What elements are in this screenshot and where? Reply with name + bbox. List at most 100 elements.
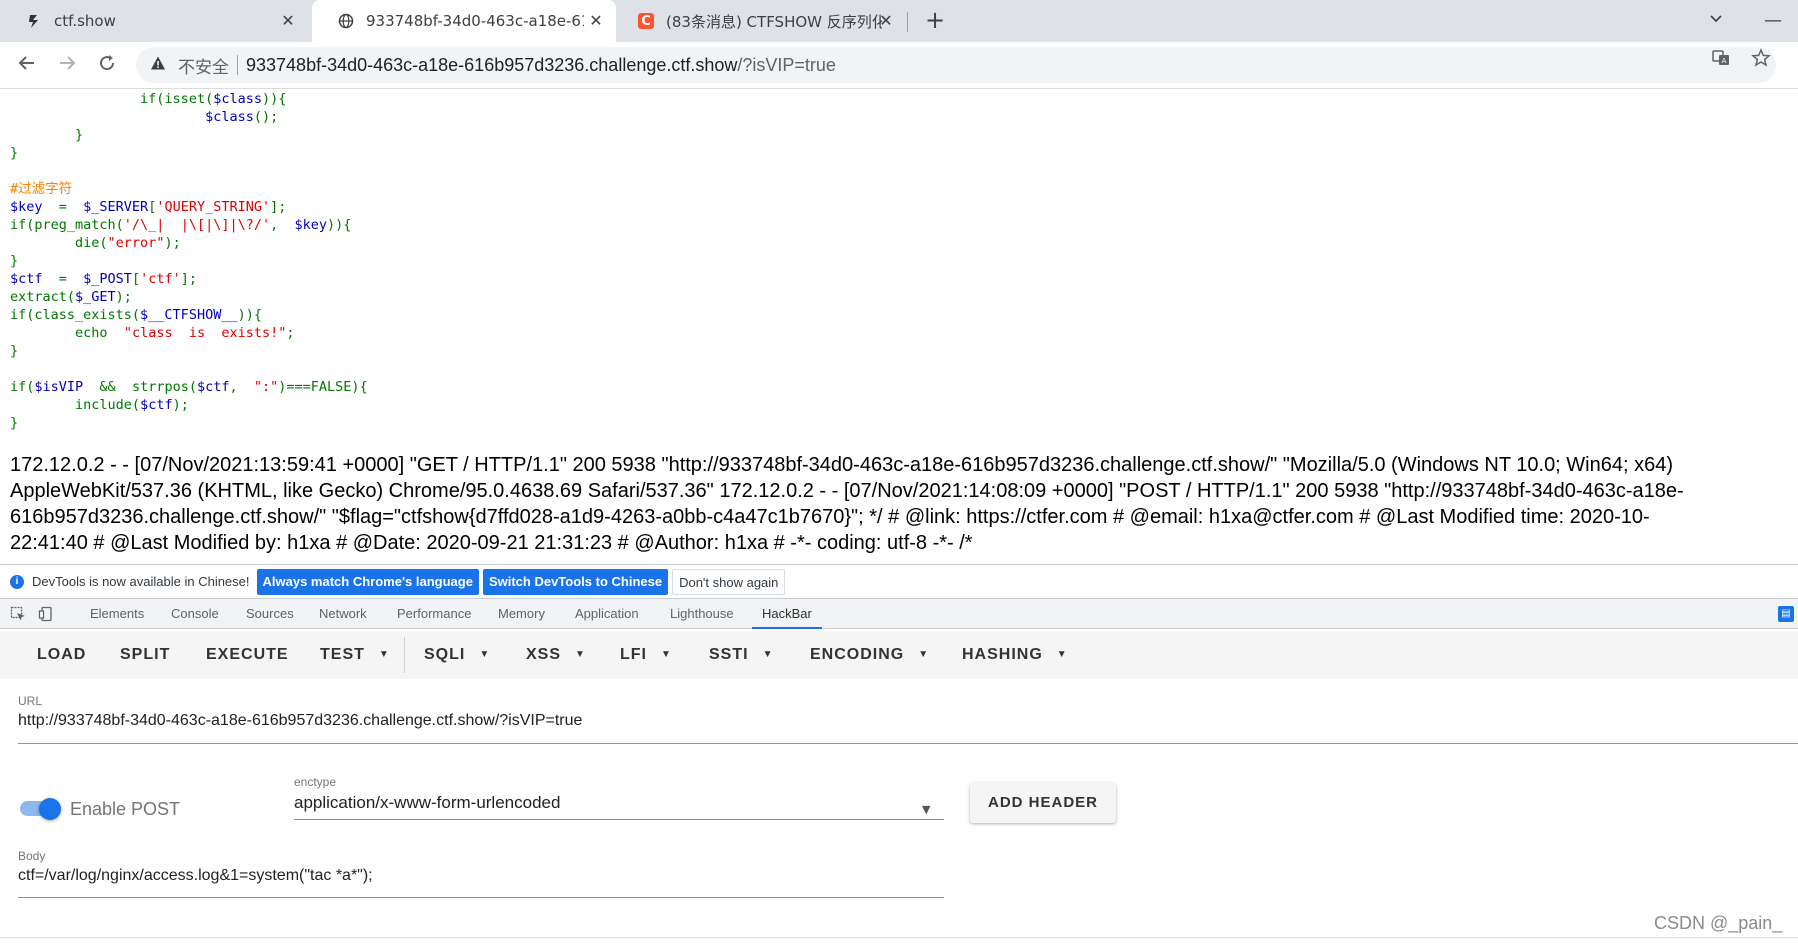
toggle-knob[interactable]: [39, 798, 61, 820]
caret-down-icon: ▼: [918, 649, 930, 660]
ssti-label: SSTI: [709, 646, 749, 664]
body-field-underline: [18, 897, 944, 898]
enable-post-label: Enable POST: [70, 799, 181, 819]
always-match-language-button[interactable]: Always match Chrome's language: [256, 568, 479, 595]
tab-title: (83条消息) CTFSHOW 反序列化: [666, 12, 882, 31]
csdn-watermark: CSDN @_pain_: [1654, 913, 1783, 933]
select-caret-down-icon[interactable]: ▼: [922, 803, 930, 816]
enctype-underline: [294, 819, 944, 820]
tab-hackbar[interactable]: HackBar: [752, 599, 822, 629]
add-header-button[interactable]: ADD HEADER: [970, 783, 1116, 823]
split-button[interactable]: SPLIT: [120, 631, 170, 679]
devtools-panel: i DevTools is now available in Chinese! …: [0, 564, 1798, 943]
infobar-message: DevTools is now available in Chinese!: [32, 574, 250, 589]
tab-network[interactable]: Network: [319, 599, 367, 629]
tab-sources[interactable]: Sources: [246, 599, 294, 629]
body-field[interactable]: ctf=/var/log/nginx/access.log&1=system("…: [18, 867, 373, 885]
new-tab-icon[interactable]: +: [922, 8, 948, 34]
tab-lighthouse[interactable]: Lighthouse: [670, 599, 734, 629]
code-line: extract($_GET);: [10, 289, 132, 305]
close-tab-icon[interactable]: ✕: [878, 13, 894, 29]
tab-title: 933748bf-34d0-463c-a18e-61: [366, 12, 584, 30]
tab-challenge[interactable]: 933748bf-34d0-463c-a18e-61 ✕: [312, 0, 616, 42]
hackbar-menu: LOAD SPLIT EXECUTE TEST ▼ SQLI ▼ XSS ▼ LFI ▼…: [0, 631, 1798, 679]
test-dropdown[interactable]: TEST ▼: [320, 631, 390, 679]
caret-down-icon: ▼: [762, 649, 774, 660]
caret-down-icon: ▼: [378, 649, 390, 660]
ssti-dropdown[interactable]: SSTI ▼: [709, 631, 773, 679]
devtools-infobar: i DevTools is now available in Chinese! …: [0, 565, 1798, 599]
sqli-label: SQLI: [424, 646, 466, 664]
tab-application[interactable]: Application: [575, 599, 639, 629]
xss-dropdown[interactable]: XSS ▼: [526, 631, 586, 679]
warning-icon[interactable]: [150, 55, 168, 75]
lfi-label: LFI: [620, 646, 647, 664]
feedback-icon[interactable]: ▤: [1778, 606, 1794, 622]
url-text[interactable]: 933748bf-34d0-463c-a18e-616b957d3236.cha…: [246, 55, 836, 76]
code-line: if(class_exists($__CTFSHOW__)){: [10, 307, 262, 323]
address-bar[interactable]: 不安全 933748bf-34d0-463c-a18e-616b957d3236…: [136, 47, 1776, 83]
url-field-label: URL: [18, 694, 43, 708]
close-tab-icon[interactable]: ✕: [280, 13, 296, 29]
address-divider: [237, 55, 238, 75]
bottom-divider: [0, 937, 1798, 938]
sqli-dropdown[interactable]: SQLI ▼: [424, 631, 490, 679]
tab-ctfshow[interactable]: ctf.show ✕: [0, 0, 308, 42]
execute-button[interactable]: EXECUTE: [206, 631, 289, 679]
code-line: #过滤字符: [10, 181, 73, 197]
security-label[interactable]: 不安全: [178, 53, 229, 78]
tab-memory[interactable]: Memory: [498, 599, 545, 629]
hashing-dropdown[interactable]: HASHING ▼: [962, 631, 1068, 679]
close-tab-icon[interactable]: ✕: [588, 13, 604, 29]
encoding-dropdown[interactable]: ENCODING ▼: [810, 631, 929, 679]
lfi-dropdown[interactable]: LFI ▼: [620, 631, 672, 679]
load-button[interactable]: LOAD: [37, 631, 86, 679]
tab-performance[interactable]: Performance: [397, 599, 471, 629]
log-line: 616b957d3236.challenge.ctf.show/" "$flag…: [10, 506, 1650, 528]
enctype-label: enctype: [294, 775, 337, 789]
tab-title: ctf.show: [54, 12, 116, 30]
reload-icon[interactable]: [94, 53, 120, 79]
browser-toolbar: 不安全 933748bf-34d0-463c-a18e-616b957d3236…: [0, 42, 1798, 89]
bookmark-star-icon[interactable]: [1748, 48, 1774, 74]
code-line: }: [10, 253, 19, 269]
code-line: $class();: [205, 109, 279, 125]
dont-show-again-button[interactable]: Don't show again: [672, 568, 786, 595]
info-icon: i: [10, 574, 24, 589]
code-line: die("error");: [75, 235, 181, 251]
tab-search-chevron-icon[interactable]: [1708, 10, 1728, 30]
inspect-element-icon[interactable]: [10, 606, 26, 622]
code-line: }: [10, 415, 19, 431]
test-label: TEST: [320, 646, 365, 664]
xss-label: XSS: [526, 646, 562, 664]
caret-down-icon: ▼: [661, 649, 672, 660]
body-field-label: Body: [18, 849, 46, 863]
log-line: AppleWebKit/537.36 (KHTML, like Gecko) C…: [10, 480, 1684, 502]
tab-console[interactable]: Console: [171, 599, 219, 629]
ctfshow-favicon-icon: [26, 13, 42, 29]
tab-elements[interactable]: Elements: [90, 599, 144, 629]
code-line: include($ctf);: [75, 397, 189, 413]
switch-to-chinese-button[interactable]: Switch DevTools to Chinese: [482, 568, 669, 595]
caret-down-icon: ▼: [479, 649, 491, 660]
tab-csdn[interactable]: C (83条消息) CTFSHOW 反序列化 ✕: [612, 0, 906, 42]
device-toolbar-icon[interactable]: [38, 606, 54, 622]
translate-icon[interactable]: A: [1708, 48, 1734, 74]
code-line: if(preg_match('/\_| |\[|\]|\?/', $key)){: [10, 217, 352, 233]
enctype-select[interactable]: application/x-www-form-urlencoded: [294, 793, 560, 813]
url-path: /?isVIP=true: [737, 54, 836, 75]
code-line: }: [10, 343, 19, 359]
back-arrow-icon[interactable]: [14, 53, 40, 79]
log-line: 22:41:40 # @Last Modified by: h1xa # @Da…: [10, 532, 973, 554]
minimize-icon[interactable]: —: [1760, 8, 1786, 34]
forward-arrow-icon[interactable]: [54, 53, 80, 79]
devtools-tab-bar: Elements Console Sources Network Perform…: [0, 599, 1798, 629]
caret-down-icon: ▼: [575, 649, 586, 660]
code-line: $key = $_SERVER['QUERY_STRING'];: [10, 199, 287, 215]
url-field[interactable]: http://933748bf-34d0-463c-a18e-616b957d3…: [18, 712, 582, 730]
caret-down-icon: ▼: [1056, 649, 1068, 660]
url-host: 933748bf-34d0-463c-a18e-616b957d3236.cha…: [246, 54, 738, 75]
menu-separator: [404, 637, 405, 673]
